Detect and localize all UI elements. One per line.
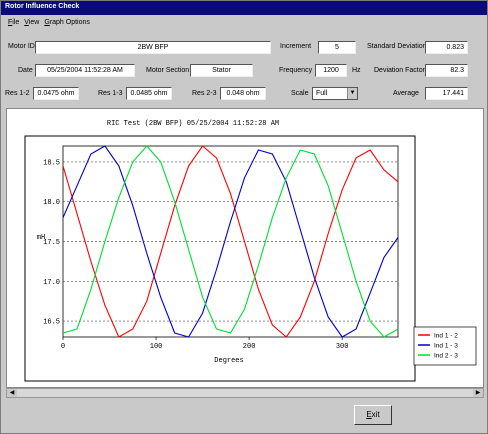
scroll-left-icon[interactable]: ◀ — [7, 389, 17, 397]
standard-deviation-field: 0.823 — [425, 41, 468, 54]
y-tick-label: 17.5 — [43, 239, 60, 247]
menu-graph-options[interactable]: Graph Options — [44, 19, 90, 26]
increment-label: Increment — [280, 43, 312, 50]
frequency-unit: Hz — [352, 67, 361, 74]
y-tick-label: 16.5 — [43, 319, 60, 327]
x-tick-label: 200 — [243, 343, 256, 351]
res-1-2-label: Res 1-2 — [5, 90, 30, 97]
rotor-influence-check-window: Rotor Influence Check File View Graph Op… — [0, 0, 488, 434]
frequency-field[interactable]: 1200 — [315, 64, 347, 77]
res-1-3-label: Res 1-3 — [98, 90, 123, 97]
motor-section-field[interactable]: Stator — [190, 64, 253, 77]
increment-field[interactable]: 5 — [318, 41, 356, 54]
deviation-factor-label: Deviation Factor — [374, 67, 425, 74]
horizontal-scrollbar[interactable]: ◀ ▶ — [6, 388, 484, 398]
x-tick-label: 0 — [61, 343, 65, 351]
legend-label: Ind 2 - 3 — [434, 353, 458, 360]
scale-value: Full — [316, 90, 328, 97]
menu-view[interactable]: View — [24, 19, 39, 26]
date-label: Date — [18, 67, 33, 74]
date-field[interactable]: 05/25/2004 11:52:28 AM — [35, 64, 135, 77]
deviation-factor-field: 82.3 — [425, 64, 468, 77]
motor-section-label: Motor Section — [146, 67, 190, 74]
window-title: Rotor Influence Check — [1, 1, 487, 15]
ric-chart: RIC Test (2BW BFP) 05/25/2004 11:52:28 A… — [24, 120, 477, 382]
legend-label: Ind 1 - 2 — [434, 333, 458, 340]
menu-bar: File View Graph Options — [1, 16, 487, 29]
average-label: Average — [393, 90, 419, 97]
scale-label: Scale — [291, 90, 309, 97]
y-tick-label: 18.5 — [43, 159, 60, 167]
average-field: 17.441 — [425, 87, 468, 100]
y-tick-label: 17.0 — [43, 279, 60, 287]
x-axis-label: Degrees — [214, 357, 243, 365]
scale-select[interactable]: Full ▼ — [312, 87, 358, 100]
x-tick-label: 300 — [336, 343, 349, 351]
plot-panel: RIC Test (2BW BFP) 05/25/2004 11:52:28 A… — [6, 108, 484, 388]
frequency-label: Frequency — [279, 67, 313, 74]
res-1-2-field[interactable]: 0.0475 ohm — [33, 87, 79, 100]
motor-id-field[interactable]: 2BW BFP — [35, 41, 271, 54]
menu-file[interactable]: File — [8, 19, 19, 26]
x-tick-label: 100 — [150, 343, 163, 351]
scroll-right-icon[interactable]: ▶ — [473, 389, 483, 397]
res-1-3-field[interactable]: 0.0485 ohm — [126, 87, 172, 100]
chart-title: RIC Test (2BW BFP) 05/25/2004 11:52:28 A… — [107, 120, 279, 128]
res-2-3-field[interactable]: 0.048 ohm — [220, 87, 266, 100]
chevron-down-icon[interactable]: ▼ — [347, 88, 357, 99]
exit-button[interactable]: Exit — [354, 405, 392, 425]
res-2-3-label: Res 2-3 — [192, 90, 217, 97]
legend-label: Ind 1 - 3 — [434, 343, 458, 350]
motor-id-label: Motor ID — [8, 43, 35, 50]
y-tick-label: 18.0 — [43, 199, 60, 207]
standard-deviation-label: Standard Deviation — [367, 43, 427, 50]
